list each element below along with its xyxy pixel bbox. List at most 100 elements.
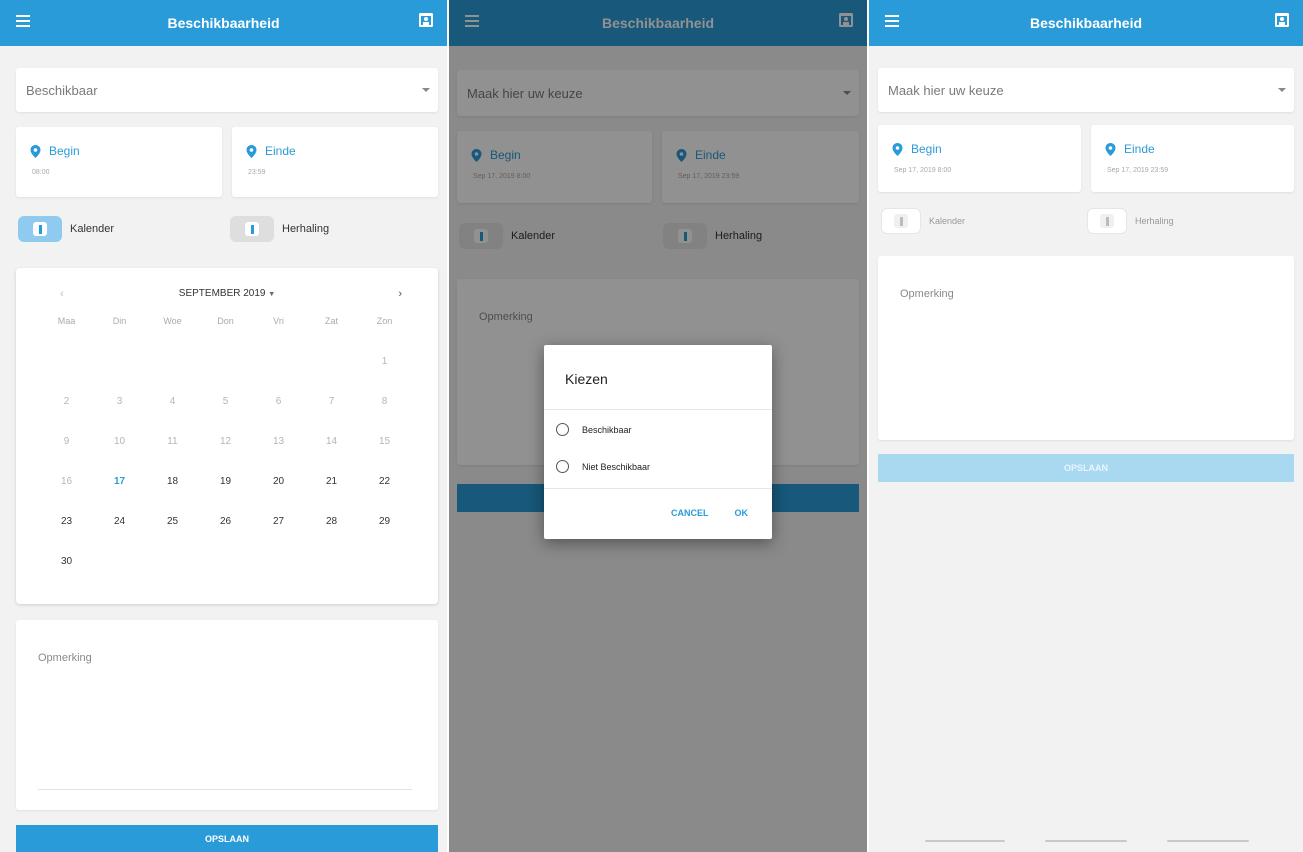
remark-textarea[interactable]: Opmerking [16,620,438,810]
day-cell[interactable]: 29 [358,516,411,556]
day-cell[interactable]: 27 [252,516,305,556]
calendar-toggle-label: Kalender [929,216,966,226]
day-cell[interactable]: 11 [146,436,199,476]
remark-textarea[interactable]: Opmerking [878,256,1294,440]
choice-dialog: Kiezen Beschikbaar Niet Beschikbaar CANC… [544,345,772,539]
location-pin-icon [30,144,41,158]
calendar-toggle-label: Kalender [70,223,115,235]
weekday-label: Din [112,316,127,326]
begin-time-card[interactable]: Begin Sep 17, 2019 8:00 [878,125,1081,192]
day-cell[interactable]: 9 [40,436,93,476]
toggle-thumb[interactable] [33,222,47,236]
day-cell-today[interactable]: 17 [93,476,146,516]
day-cell[interactable]: 18 [146,476,199,516]
remark-placeholder: Opmerking [900,288,954,300]
toggle-track[interactable] [1087,208,1127,234]
day-cell[interactable]: 5 [199,396,252,436]
option-available[interactable]: Beschikbaar [556,423,632,436]
begin-label: Begin [911,142,942,156]
app-title: Beschikbaarheid [1029,15,1143,31]
end-value: 23:59 [248,169,266,176]
calendar-grid: Maa Din Woe Don Vri Zat Zon 1 2 3 4 5 6 … [40,316,411,596]
calendar-toggle[interactable]: Kalender [881,208,965,234]
day-cell[interactable]: 13 [252,436,305,476]
day-cell[interactable]: 23 [40,516,93,556]
repeat-toggle[interactable]: Herhaling [230,216,329,242]
screen-availability-form: Beschikbaarheid Maak hier uw keuze Begin… [869,0,1303,852]
day-cell[interactable]: 7 [305,396,358,436]
remark-placeholder: Opmerking [38,652,92,664]
weekday-label: Woe [163,316,182,326]
next-month-button[interactable]: › [398,288,402,300]
repeat-toggle-label: Herhaling [282,223,330,235]
weekday-label: Maa [57,316,76,326]
day-cell[interactable]: 24 [93,516,146,556]
day-cell[interactable]: 22 [358,476,411,516]
calendar-header: ‹ SEPTEMBER 2019 ▼ › [16,288,438,302]
calendar-person-icon[interactable] [419,12,433,27]
dropdown-value: Beschikbaar [26,82,98,98]
hamburger-icon[interactable] [885,15,899,27]
repeat-toggle[interactable]: Herhaling [1087,208,1174,234]
day-cell[interactable]: 3 [93,396,146,436]
day-cell[interactable]: 28 [305,516,358,556]
divider [544,409,772,410]
day-cell[interactable]: 20 [252,476,305,516]
day-cell[interactable]: 19 [199,476,252,516]
begin-value: Sep 17, 2019 8:00 [894,167,952,174]
day-cell[interactable]: 16 [40,476,93,516]
caret-down-icon: ▼ [268,291,276,298]
radio-button[interactable] [556,423,569,436]
availability-dropdown[interactable]: Maak hier uw keuze [878,68,1294,112]
day-cell[interactable]: 25 [146,516,199,556]
day-cell[interactable]: 6 [252,396,305,436]
hamburger-icon[interactable] [16,15,30,27]
caret-down-icon [422,88,430,92]
save-button[interactable]: OPSLAAN [16,825,438,852]
toggle-track[interactable] [881,208,921,234]
screen-availability-calendar: Beschikbaarheid Beschikbaar Begin 08:00 … [0,0,447,852]
radio-button[interactable] [556,460,569,473]
toggle-thumb[interactable] [1100,214,1114,228]
day-cell[interactable]: 30 [40,556,93,596]
day-cell[interactable]: 15 [358,436,411,476]
day-cell[interactable]: 2 [40,396,93,436]
dropdown-value: Maak hier uw keuze [888,82,1004,98]
divider [544,488,772,489]
end-label: Einde [265,144,296,158]
day-cell[interactable]: 8 [358,396,411,436]
toggle-track[interactable] [18,216,62,242]
day-cell[interactable]: 26 [199,516,252,556]
end-time-card[interactable]: Einde Sep 17, 2019 23:59 [1091,125,1294,192]
ok-button[interactable]: OK [735,508,749,518]
day-cell[interactable]: 4 [146,396,199,436]
toggle-thumb[interactable] [245,222,259,236]
calendar-toggle[interactable]: Kalender [18,216,114,242]
cancel-button[interactable]: CANCEL [671,508,709,518]
screen-choice-dialog: Beschikbaarheid Maak hier uw keuze Begin… [449,0,867,852]
end-label: Einde [1124,142,1155,156]
day-cell[interactable]: 10 [93,436,146,476]
location-pin-icon [892,142,903,156]
begin-time-card[interactable]: Begin 08:00 [16,127,222,197]
location-pin-icon [246,144,257,158]
day-cell[interactable]: 21 [305,476,358,516]
toggle-thumb[interactable] [894,214,908,228]
repeat-toggle-label: Herhaling [1135,216,1174,226]
option-not-available[interactable]: Niet Beschikbaar [556,460,650,473]
toggle-track[interactable] [230,216,274,242]
save-button-disabled[interactable]: OPSLAAN [878,454,1294,482]
dialog-actions: CANCEL OK [671,508,748,518]
month-selector[interactable]: SEPTEMBER 2019 ▼ [16,288,438,299]
begin-label: Begin [49,144,80,158]
end-value: Sep 17, 2019 23:59 [1107,167,1169,174]
begin-value: 08:00 [32,169,50,176]
app-bar: Beschikbaarheid [0,0,447,46]
end-time-card[interactable]: Einde 23:59 [232,127,438,197]
location-pin-icon [1105,142,1116,156]
calendar-person-icon[interactable] [1275,12,1289,27]
day-cell[interactable]: 14 [305,436,358,476]
day-cell[interactable]: 1 [358,356,411,396]
day-cell[interactable]: 12 [199,436,252,476]
availability-dropdown[interactable]: Beschikbaar [16,68,438,112]
